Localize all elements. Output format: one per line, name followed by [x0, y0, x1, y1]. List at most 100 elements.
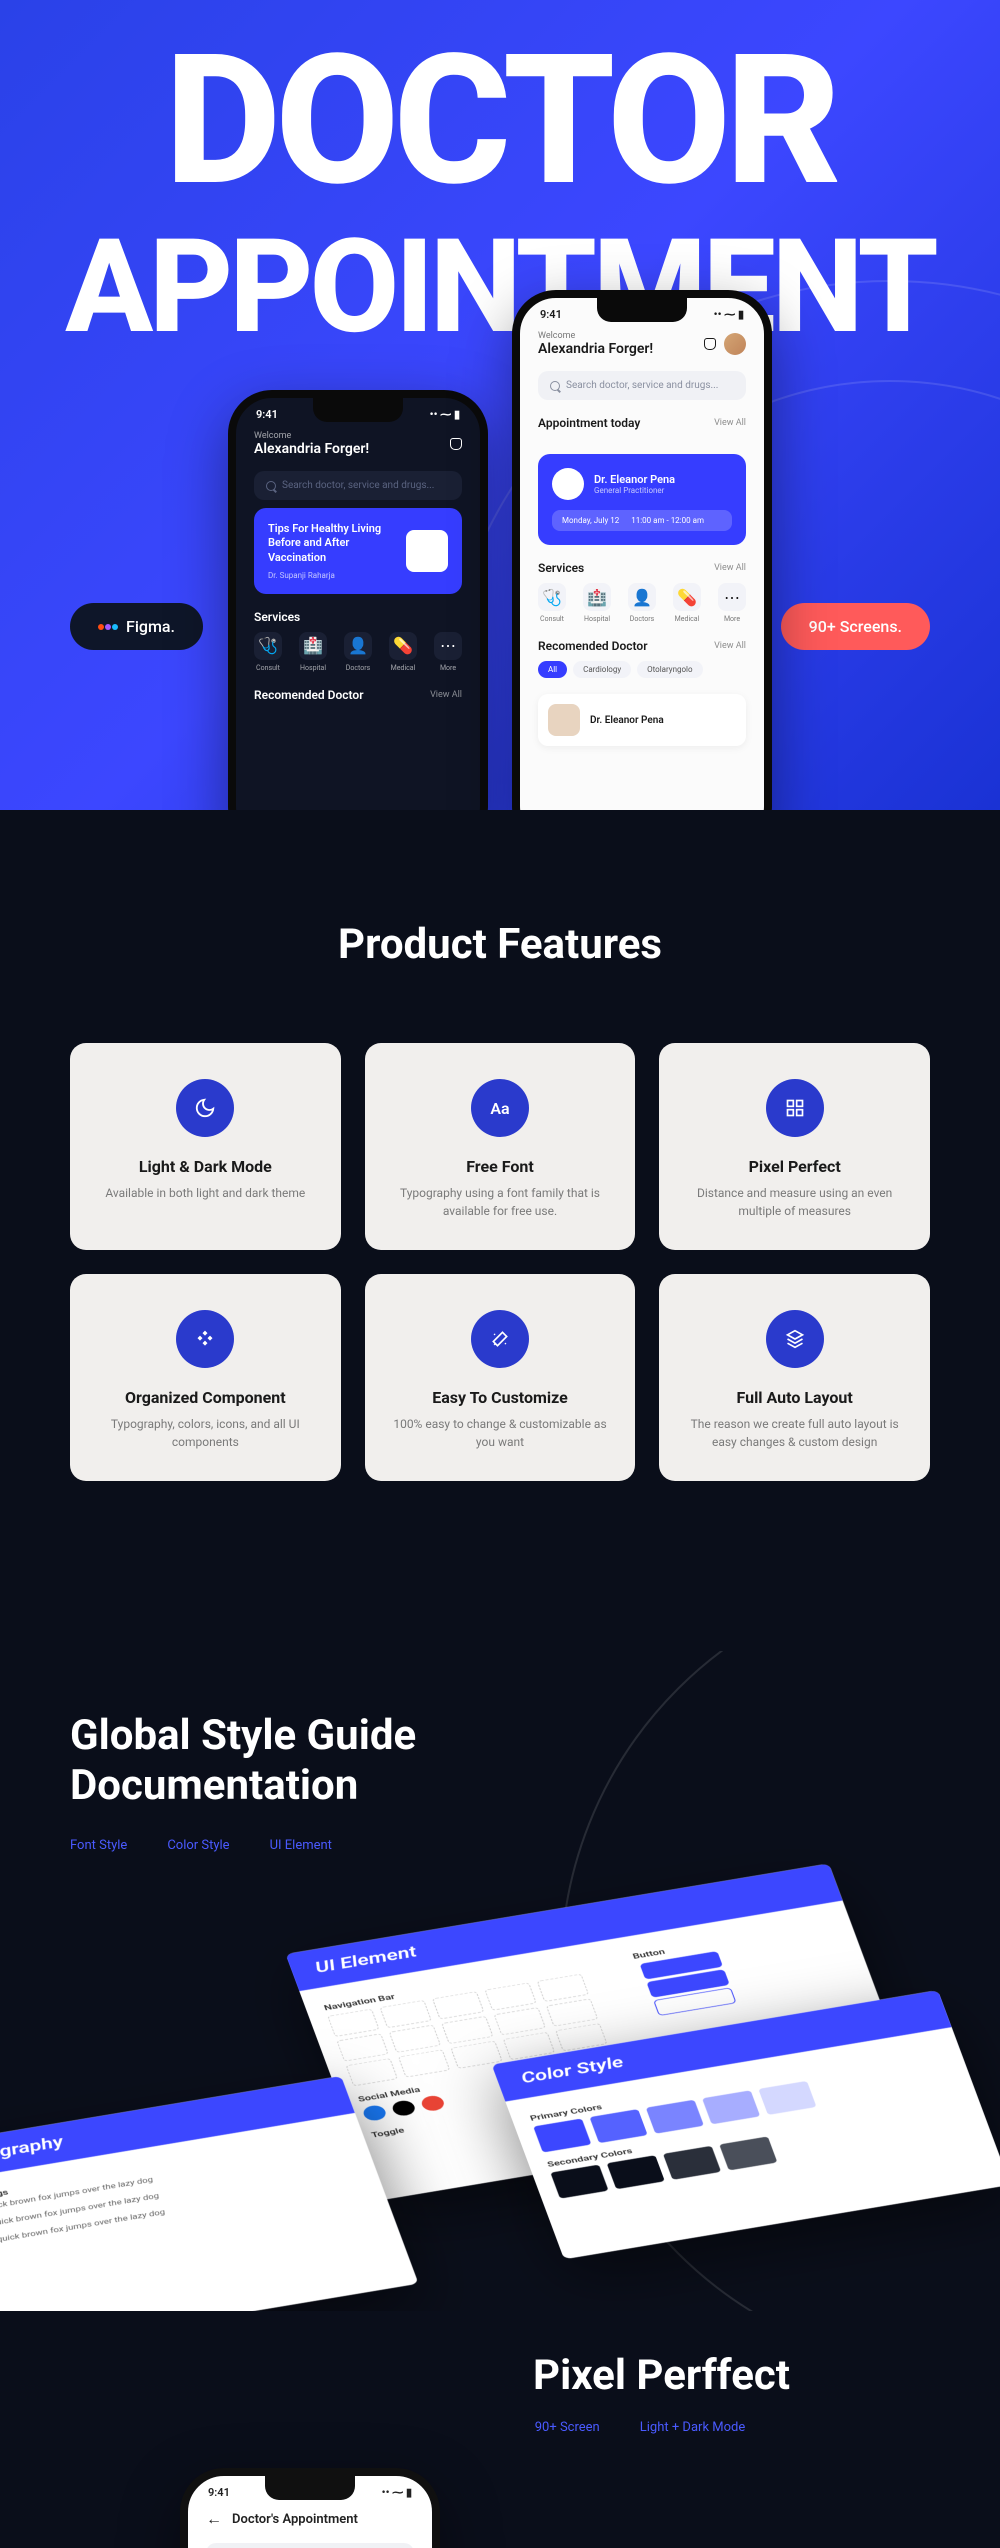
feature-title: Organized Component — [94, 1388, 317, 1407]
chip: Cardiology — [573, 661, 631, 678]
service-label: More — [440, 664, 456, 672]
moon-icon — [176, 1079, 234, 1137]
status-icons: •• ⁓ ▮ — [714, 308, 744, 321]
figma-badge: Figma. — [70, 603, 203, 650]
search-placeholder: Search doctor, service and drugs... — [566, 380, 718, 391]
service-icon: ⋯ — [434, 632, 462, 660]
service-label: Consult — [540, 615, 564, 623]
screen-title: Doctor's Appointment — [232, 2512, 358, 2527]
heading-line: Global Style Guide — [70, 1711, 416, 1760]
feature-title: Full Auto Layout — [683, 1388, 906, 1407]
figma-label: Figma. — [126, 617, 175, 636]
bell-icon — [450, 438, 462, 450]
view-all: View All — [714, 418, 746, 428]
tip-sub: Dr. Supanji Raharja — [268, 571, 406, 580]
appt-date: Monday, July 12 — [562, 516, 619, 525]
feature-desc: Available in both light and dark theme — [94, 1184, 317, 1202]
status-time: 9:41 — [540, 308, 562, 321]
status-icons: •• ⁓ ▮ — [382, 2486, 412, 2499]
doctor-card: Dr. Eleanor Pena — [538, 694, 746, 746]
service-icon: 💊 — [389, 632, 417, 660]
typography-panel: Typography Headings The quick brown fox … — [0, 2076, 419, 2311]
tab-label: UI Element — [270, 1838, 332, 1853]
styleguide-panels: UI Element Navigation Bar Social Media T… — [0, 1815, 1000, 2311]
appt-time: 11:00 am - 12:00 am — [631, 516, 704, 525]
styleguide-section: Global Style Guide Documentation Font St… — [0, 1651, 1000, 2311]
username: Alexandria Forger! — [254, 441, 369, 457]
feature-card: Easy To Customize 100% easy to change & … — [365, 1274, 636, 1481]
phone-mockup-light: 9:41 •• ⁓ ▮ Welcome Alexandria Forger! Se… — [512, 290, 772, 810]
feature-card: Aa Free Font Typography using a font fam… — [365, 1043, 636, 1250]
service-label: More — [724, 615, 740, 623]
feature-card: Light & Dark Mode Available in both ligh… — [70, 1043, 341, 1250]
search-bar: Search doctor, service and drugs... — [254, 471, 462, 500]
view-all: View All — [714, 641, 746, 651]
feature-desc: Typography, colors, icons, and all UI co… — [94, 1415, 317, 1451]
tip-title: Tips For Healthy Living Before and After… — [268, 522, 406, 565]
services-title: Services — [538, 561, 584, 575]
doctor-name: Dr. Eleanor Pena — [594, 473, 675, 486]
recommended-title: Recomended Doctor — [538, 639, 648, 653]
chip: Otolaryngolo — [637, 661, 702, 678]
feature-desc: Distance and measure using an even multi… — [683, 1184, 906, 1220]
phone-mockups: 9:41 •• ⁓ ▮ Welcome Alexandria Forger! Se… — [228, 290, 772, 810]
doctor-avatar — [548, 704, 580, 736]
heading-line: Documentation — [70, 1761, 358, 1810]
feature-desc: 100% easy to change & customizable as yo… — [389, 1415, 612, 1451]
services-row: 🩺Consult 🏥Hospital 👤Doctors 💊Medical ⋯Mo… — [538, 583, 746, 623]
service-label: Medical — [391, 664, 416, 672]
back-icon: ← — [206, 2509, 222, 2529]
service-icon: 👤 — [628, 583, 656, 611]
service-label: Doctors — [346, 664, 370, 672]
search-bar: Search — [206, 2543, 414, 2548]
service-icon: 🏥 — [299, 632, 327, 660]
feature-title: Free Font — [389, 1157, 612, 1176]
search-icon — [266, 481, 276, 491]
pixel-perfect-section: Pixel Perffect 90+ Screen Light + Dark M… — [0, 2311, 1000, 2548]
feature-title: Easy To Customize — [389, 1388, 612, 1407]
service-label: Consult — [256, 664, 280, 672]
tab-label: Color Style — [167, 1838, 229, 1853]
layers-icon — [766, 1310, 824, 1368]
phone-mockup-dark: 9:41•• ⁓ ▮ Welcome Alexandria Forger! Se… — [228, 390, 488, 810]
bell-icon — [704, 338, 716, 350]
doctor-name: Dr. Eleanor Pena — [590, 715, 664, 726]
welcome-label: Welcome — [538, 331, 653, 341]
sample-text: The quick brown fox jumps over the lazy … — [0, 2160, 357, 2231]
search-placeholder: Search doctor, service and drugs... — [282, 480, 434, 491]
screens-badge: 90+ Screens. — [781, 603, 930, 650]
pixel-tabs: 90+ Screen Light + Dark Mode — [70, 2420, 930, 2435]
feature-card: Pixel Perfect Distance and measure using… — [659, 1043, 930, 1250]
service-icon: 🩺 — [254, 632, 282, 660]
grid-icon — [766, 1079, 824, 1137]
tab-label: 90+ Screen — [535, 2420, 600, 2435]
feature-title: Light & Dark Mode — [94, 1157, 317, 1176]
feature-card: Full Auto Layout The reason we create fu… — [659, 1274, 930, 1481]
service-label: Hospital — [300, 664, 326, 672]
feature-title: Pixel Perfect — [683, 1157, 906, 1176]
wand-icon — [471, 1310, 529, 1368]
service-label: Hospital — [584, 615, 610, 623]
pixel-heading: Pixel Perffect — [70, 2351, 930, 2400]
appt-title: Appointment today — [538, 416, 640, 430]
features-grid: Light & Dark Mode Available in both ligh… — [70, 1043, 930, 1481]
styleguide-heading: Global Style Guide Documentation — [70, 1711, 1000, 1812]
tab-label: Font Style — [70, 1838, 127, 1853]
tip-card: Tips For Healthy Living Before and After… — [254, 508, 462, 594]
services-title: Services — [254, 610, 300, 624]
appointment-card: Dr. Eleanor PenaGeneral Practitioner Mon… — [538, 454, 746, 545]
hero-title: DOCTOR — [165, 15, 836, 226]
doctor-spec: General Practitioner — [594, 486, 675, 495]
doctor-image — [406, 530, 448, 572]
feature-card: Organized Component Typography, colors, … — [70, 1274, 341, 1481]
styleguide-tabs: Font Style Color Style UI Element — [70, 1838, 1000, 1853]
service-icon: 🩺 — [538, 583, 566, 611]
view-all: View All — [430, 690, 462, 700]
features-section: Product Features Light & Dark Mode Avail… — [0, 810, 1000, 1651]
filter-chips: All Cardiology Otolaryngolo — [538, 661, 746, 678]
component-icon — [176, 1310, 234, 1368]
service-icon: 🏥 — [583, 583, 611, 611]
status-time: 9:41 — [256, 408, 278, 421]
font-icon: Aa — [471, 1079, 529, 1137]
username: Alexandria Forger! — [538, 341, 653, 357]
